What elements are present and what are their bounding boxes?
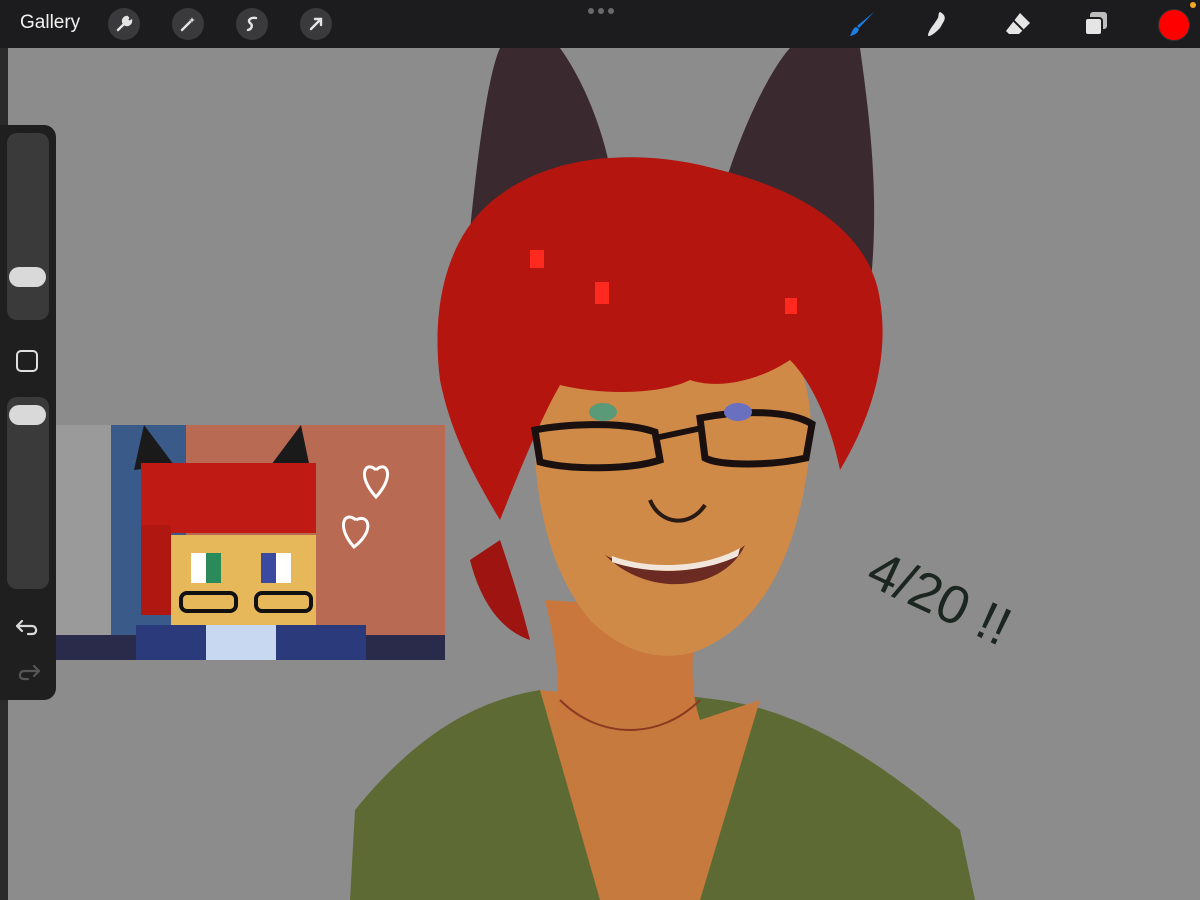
- smudge-icon[interactable]: [920, 6, 956, 42]
- layers-icon[interactable]: [1078, 6, 1114, 42]
- gallery-button[interactable]: Gallery: [20, 12, 80, 34]
- eraser-icon[interactable]: [1000, 6, 1036, 42]
- transform-arrow-icon[interactable]: [300, 8, 332, 40]
- color-picker-button[interactable]: [1158, 9, 1190, 41]
- date-note: 4/20 !!: [859, 540, 1020, 658]
- wrench-icon[interactable]: [108, 8, 140, 40]
- brush-size-slider[interactable]: [7, 133, 49, 320]
- toolbar-grabber[interactable]: [588, 8, 614, 14]
- selection-icon[interactable]: [236, 8, 268, 40]
- opacity-slider[interactable]: [7, 397, 49, 589]
- reference-artwork: [56, 425, 445, 660]
- brush-size-thumb[interactable]: [9, 267, 46, 287]
- redo-icon[interactable]: [14, 660, 42, 684]
- reference-image[interactable]: [56, 425, 445, 660]
- opacity-thumb[interactable]: [9, 405, 46, 425]
- brush-icon[interactable]: [845, 6, 881, 42]
- square-modifier-icon[interactable]: [16, 350, 38, 372]
- magic-wand-icon[interactable]: [172, 8, 204, 40]
- undo-icon[interactable]: [14, 615, 42, 639]
- top-toolbar: Gallery: [0, 0, 1200, 48]
- left-sidebar: [0, 125, 56, 700]
- notification-dot: [1190, 2, 1196, 8]
